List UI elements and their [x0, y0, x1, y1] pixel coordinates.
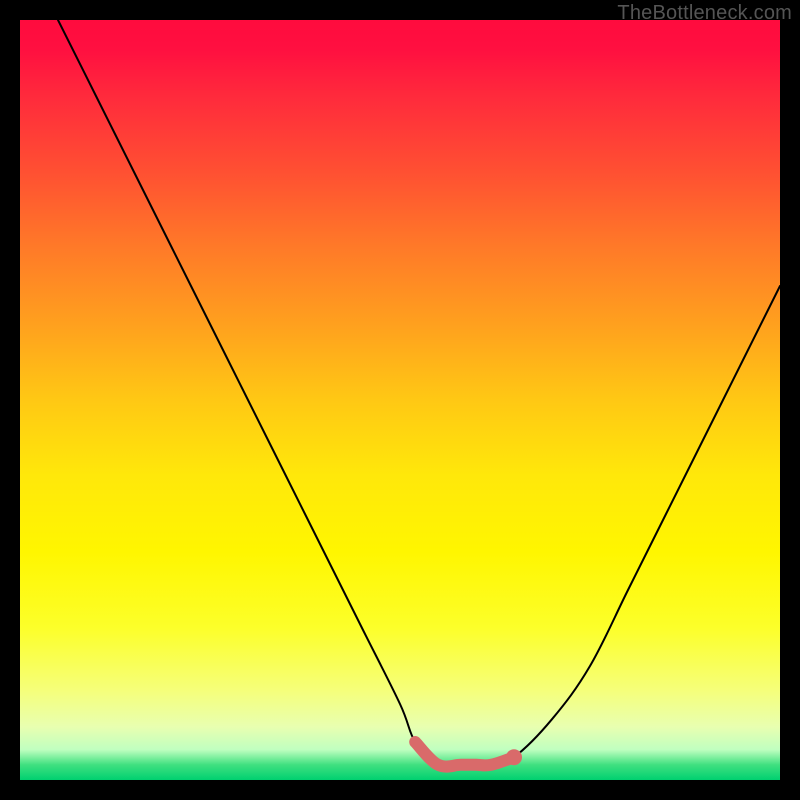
- optimal-zone-end-dot: [506, 749, 522, 765]
- watermark-text: TheBottleneck.com: [617, 2, 792, 25]
- plot-area: [20, 20, 780, 780]
- chart-container: TheBottleneck.com: [0, 0, 800, 800]
- bottleneck-curve: [58, 20, 780, 767]
- optimal-zone-marker: [415, 742, 514, 767]
- curve-svg: [20, 20, 780, 780]
